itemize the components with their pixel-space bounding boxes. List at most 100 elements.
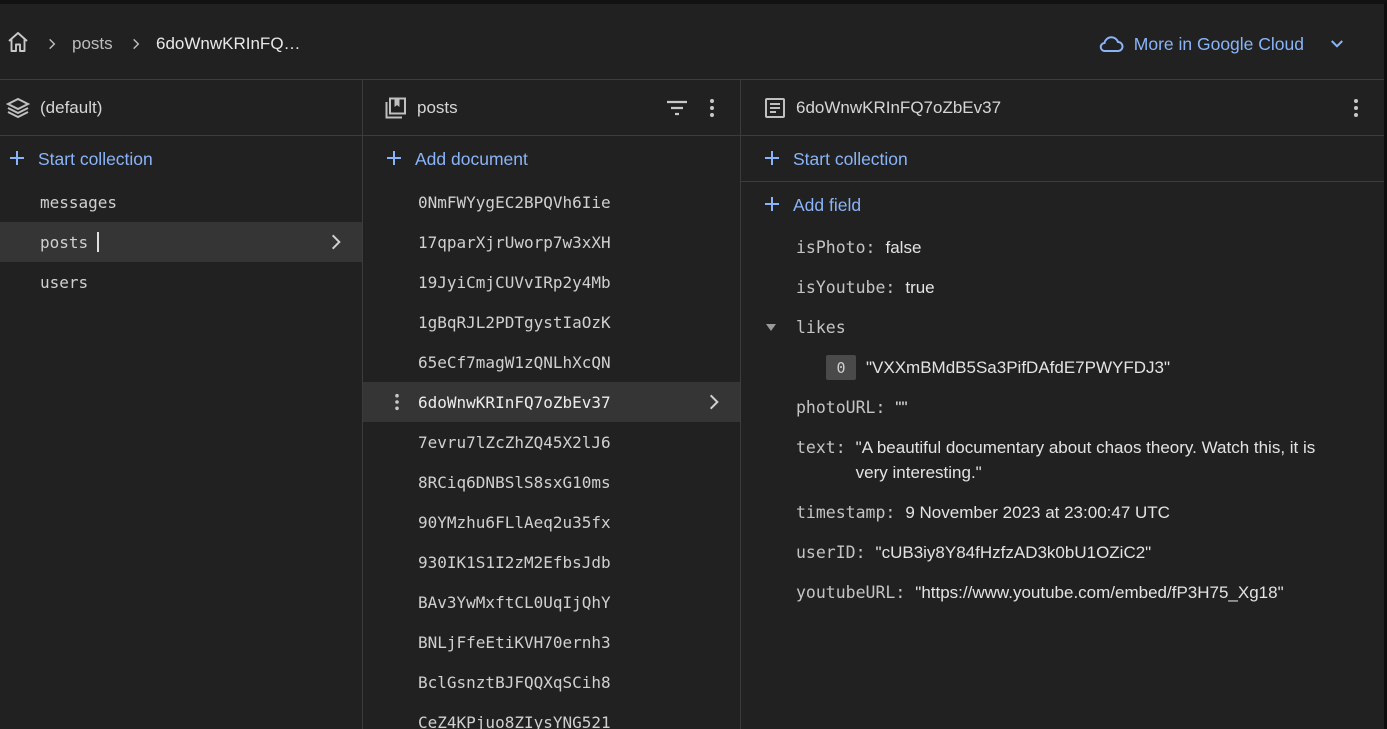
document-id: 19JyiCmjCUVvIRp2y4Mb (418, 272, 611, 292)
field-youtubeURL[interactable]: youtubeURL: "https://www.youtube.com/emb… (796, 580, 1284, 605)
field-value: true (905, 278, 935, 297)
document-item-selected[interactable]: 6doWnwKRInFQ7oZbEv37 (363, 382, 740, 422)
field-key: text: (796, 438, 846, 457)
document-id: 7evru7lZcZhZQ45X2lJ6 (418, 432, 611, 452)
more-vert-icon[interactable] (702, 98, 722, 118)
root-panel-header: (default) (0, 80, 362, 136)
chevron-right-icon (331, 234, 341, 250)
collection-label: messages (40, 192, 118, 212)
document-title: 6doWnwKRInFQ7oZbEv37 (796, 98, 1002, 117)
add-field-label: Add field (793, 194, 862, 215)
document-item[interactable]: 8RCiq6DNBSlS8sxG10ms (363, 462, 740, 502)
field-value: "A beautiful documentary about chaos the… (855, 438, 1316, 482)
start-collection-button[interactable]: Start collection (741, 136, 1384, 182)
field-timestamp[interactable]: timestamp: 9 November 2023 at 23:00:47 U… (796, 500, 1170, 525)
field-value: "https://www.youtube.com/embed/fP3H75_Xg… (915, 583, 1284, 602)
document-item[interactable]: BAv3YwMxftCL0UqIjQhY (363, 582, 740, 622)
database-stack-icon (6, 97, 30, 119)
collection-panel-header: posts (363, 80, 740, 136)
text-cursor (97, 232, 100, 252)
collection-label: posts (40, 232, 89, 252)
collection-panel: posts Add document 0NmFWYygEC2BPQVh6Iie … (363, 80, 741, 729)
top-bar: posts 6doWnwKRInFQ… More in Google Cloud (0, 8, 1384, 80)
document-item[interactable]: BclGsnztBJFQQXqSCih8 (363, 662, 740, 702)
field-key: isYoutube: (796, 278, 896, 297)
document-id: BAv3YwMxftCL0UqIjQhY (418, 592, 611, 612)
database-title: (default) (40, 98, 103, 117)
more-vert-icon[interactable] (1346, 98, 1366, 118)
document-id: BclGsnztBJFQQXqSCih8 (418, 672, 611, 692)
document-id: 1gBqRJL2PDTgystIaOzK (418, 312, 611, 332)
chevron-down-icon (1331, 40, 1343, 48)
array-index-badge: 0 (826, 355, 856, 380)
plus-icon (765, 151, 779, 165)
document-id: 65eCf7magW1zQNLhXcQN (418, 352, 611, 372)
document-item[interactable]: 65eCf7magW1zQNLhXcQN (363, 342, 740, 382)
start-collection-button[interactable]: Start collection (0, 136, 362, 182)
field-key: photoURL: (796, 398, 886, 417)
add-document-button[interactable]: Add document (363, 136, 740, 182)
chevron-right-icon (709, 394, 719, 410)
field-key: timestamp: (796, 503, 896, 522)
add-field-button[interactable]: Add field (741, 182, 1384, 228)
document-id: 6doWnwKRInFQ7oZbEv37 (418, 392, 611, 412)
field-key: userID: (796, 543, 866, 562)
cloud-link-label: More in Google Cloud (1133, 33, 1304, 54)
field-isYoutube[interactable]: isYoutube: true (796, 275, 935, 300)
home-icon[interactable] (6, 30, 30, 54)
filter-icon[interactable] (665, 96, 689, 120)
field-likes[interactable]: likes (796, 315, 856, 340)
field-key: youtubeURL: (796, 583, 906, 602)
field-value: false (885, 238, 922, 257)
document-item[interactable]: 7evru7lZcZhZQ45X2lJ6 (363, 422, 740, 462)
collection-title: posts (417, 98, 458, 117)
document-item[interactable]: 1gBqRJL2PDTgystIaOzK (363, 302, 740, 342)
document-item[interactable]: 930IK1S1I2zM2EfbsJdb (363, 542, 740, 582)
field-key: isPhoto: (796, 238, 876, 257)
cloud-icon (1099, 36, 1124, 52)
collection-item-users[interactable]: users (0, 262, 362, 302)
plus-icon (387, 151, 401, 165)
document-item[interactable]: 0NmFWYygEC2BPQVh6Iie (363, 182, 740, 222)
document-id: 90YMzhu6FLlAeq2u35fx (418, 512, 611, 532)
collection-item-messages[interactable]: messages (0, 182, 362, 222)
document-item[interactable]: 19JyiCmjCUVvIRp2y4Mb (363, 262, 740, 302)
plus-icon (10, 151, 24, 165)
document-id: 17qparXjrUworp7w3xXH (418, 232, 611, 252)
more-vert-icon[interactable] (388, 392, 406, 412)
document-id: 930IK1S1I2zM2EfbsJdb (418, 552, 611, 572)
field-value: "" (895, 398, 908, 417)
firestore-console: posts 6doWnwKRInFQ… More in Google Cloud… (0, 0, 1387, 729)
field-isPhoto[interactable]: isPhoto: false (796, 235, 921, 260)
field-text[interactable]: text: "A beautiful documentary about cha… (796, 435, 1356, 485)
breadcrumb-document[interactable]: 6doWnwKRInFQ… (156, 8, 301, 80)
field-likes-item[interactable]: "VXXmBMdB5Sa3PifDAfdE7PWYFDJ3" (866, 355, 1170, 380)
breadcrumb-separator (45, 8, 59, 80)
field-userID[interactable]: userID: "cUB3iy8Y84fHzfzAD3k0bU1OZiC2" (796, 540, 1151, 565)
field-photoURL[interactable]: photoURL: "" (796, 395, 907, 420)
document-item[interactable]: 90YMzhu6FLlAeq2u35fx (363, 502, 740, 542)
breadcrumb-posts[interactable]: posts (72, 8, 113, 80)
plus-icon (765, 197, 779, 211)
field-value: 9 November 2023 at 23:00:47 UTC (905, 503, 1170, 522)
document-id: 8RCiq6DNBSlS8sxG10ms (418, 472, 611, 492)
document-item[interactable]: 17qparXjrUworp7w3xXH (363, 222, 740, 262)
add-document-label: Add document (415, 148, 528, 169)
field-value: "cUB3iy8Y84fHzfzAD3k0bU1OZiC2" (875, 543, 1152, 562)
more-in-google-cloud-button[interactable]: More in Google Cloud (1098, 8, 1346, 80)
document-id: BNLjFfeEtiKVH70ernh3 (418, 632, 611, 652)
document-panel-header: 6doWnwKRInFQ7oZbEv37 (741, 80, 1384, 136)
expand-triangle-icon[interactable] (765, 323, 777, 333)
collection-item-posts[interactable]: posts (0, 222, 362, 262)
root-panel: (default) Start collection messages post… (0, 80, 363, 729)
document-item[interactable]: CeZ4KPjuo8ZIysYNG521 (363, 702, 740, 729)
document-panel: 6doWnwKRInFQ7oZbEv37 Start collection Ad… (741, 80, 1384, 729)
document-id: 0NmFWYygEC2BPQVh6Iie (418, 192, 611, 212)
document-icon (765, 98, 785, 118)
collection-icon (385, 97, 406, 119)
document-item[interactable]: BNLjFfeEtiKVH70ernh3 (363, 622, 740, 662)
field-value: "VXXmBMdB5Sa3PifDAfdE7PWYFDJ3" (866, 358, 1171, 377)
collection-label: users (40, 272, 89, 292)
document-id: CeZ4KPjuo8ZIysYNG521 (418, 712, 611, 729)
field-key: likes (796, 318, 846, 337)
